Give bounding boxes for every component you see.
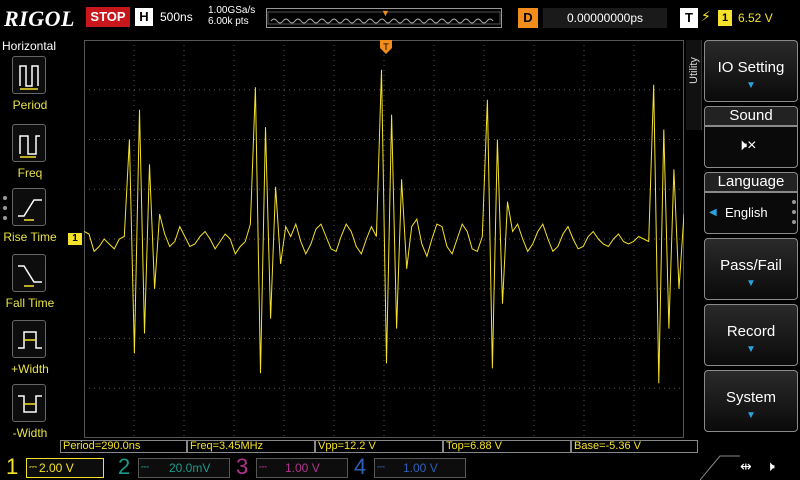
- language-control[interactable]: Language ◀ English: [704, 172, 798, 234]
- ch4-number[interactable]: 4: [354, 456, 366, 478]
- sample-rate: 1.00GSa/s: [208, 5, 256, 16]
- language-select[interactable]: ◀ English: [704, 192, 798, 234]
- horizontal-measure-panel: Horizontal Period Freq Rise Time Fall Ti…: [0, 36, 60, 440]
- measure-base[interactable]: Base=-5.36 V: [571, 440, 698, 453]
- acquisition-info: 1.00GSa/s 6.00k pts: [208, 5, 255, 27]
- ch1-waveform: [84, 69, 684, 384]
- delay-badge[interactable]: D: [518, 8, 538, 28]
- sound-control[interactable]: Sound 🕨×: [704, 106, 798, 168]
- memory-overview-bar: ▼: [266, 8, 502, 28]
- freq-icon: [12, 124, 46, 162]
- timebase-value[interactable]: 500ns: [160, 10, 193, 24]
- dc-coupling-icon: ⎓: [141, 462, 149, 473]
- page-dots: [3, 196, 9, 226]
- fall-time-icon: [12, 254, 46, 292]
- measure-top[interactable]: Top=6.88 V: [443, 440, 571, 453]
- memory-depth: 6.00k pts: [208, 16, 249, 27]
- freq-label: Freq: [17, 166, 43, 180]
- pos-width-icon: [12, 320, 46, 358]
- measure-vpp[interactable]: Vpp=12.2 V: [315, 440, 443, 453]
- panel-title: Horizontal: [2, 39, 57, 53]
- ch4-scale: 1.00 V: [403, 461, 438, 475]
- usb-icon: ⇹: [740, 458, 752, 474]
- measure-pos-width-button[interactable]: +Width: [0, 320, 60, 382]
- neg-width-icon: [12, 384, 46, 422]
- utility-tab-label: Utility: [688, 57, 700, 84]
- trigger-position-icon: ▼: [381, 8, 390, 18]
- neg-width-label: -Width: [12, 426, 48, 440]
- pos-width-label: +Width: [11, 362, 49, 376]
- io-setting-label: IO Setting: [717, 59, 785, 76]
- measure-period[interactable]: Period=290.0ns: [60, 440, 187, 453]
- measure-freq[interactable]: Freq=3.45MHz: [187, 440, 315, 453]
- delay-value[interactable]: 0.00000000ps: [543, 8, 667, 28]
- system-label: System: [725, 389, 776, 406]
- dc-coupling-icon: ⎓: [29, 462, 37, 473]
- period-icon: [12, 56, 46, 94]
- ch3-scale-box[interactable]: ⎓ 1.00 V: [256, 458, 348, 478]
- ch1-scale-box[interactable]: ⎓ 2.00 V: [26, 458, 104, 478]
- speaker-mute-icon: 🕨×: [737, 137, 757, 154]
- record-button[interactable]: Record ▼: [704, 304, 798, 366]
- rising-edge-icon: ⚡: [701, 8, 711, 24]
- horizontal-badge[interactable]: H: [135, 8, 153, 26]
- measure-fall-time-button[interactable]: Fall Time: [0, 254, 60, 316]
- io-setting-button[interactable]: IO Setting ▼: [704, 40, 798, 102]
- utility-menu: Utility IO Setting ▼ Sound 🕨× Language ◀…: [686, 36, 800, 438]
- ch2-number[interactable]: 2: [118, 456, 130, 478]
- ch1-offset-marker[interactable]: 1: [68, 233, 82, 245]
- utility-tab[interactable]: Utility: [686, 40, 702, 130]
- ch3-number[interactable]: 3: [236, 456, 248, 478]
- trigger-source[interactable]: 1: [718, 10, 732, 26]
- measure-freq-button[interactable]: Freq: [0, 124, 60, 186]
- trigger-badge[interactable]: T: [680, 8, 698, 28]
- sound-label: Sound: [704, 106, 798, 126]
- measure-period-button[interactable]: Period: [0, 56, 60, 118]
- channel-bar: 1 ⎓ 2.00 V 2 ⎓ 20.0mV 3 ⎓ 1.00 V 4 ⎓ 1.0…: [0, 454, 800, 480]
- rise-time-icon: [12, 188, 46, 226]
- system-button[interactable]: System ▼: [704, 370, 798, 432]
- brand-logo: RIGOL: [4, 6, 75, 31]
- run-stop-status[interactable]: STOP: [86, 7, 130, 27]
- top-status-bar: RIGOL STOP H 500ns 1.00GSa/s 6.00k pts ▼…: [0, 0, 800, 36]
- status-slant-divider: [700, 455, 740, 480]
- pass-fail-button[interactable]: Pass/Fail ▼: [704, 238, 798, 300]
- fall-time-label: Fall Time: [5, 296, 55, 310]
- language-label: Language: [704, 172, 798, 192]
- ch2-scale-box[interactable]: ⎓ 20.0mV: [138, 458, 230, 478]
- measure-rise-time-button[interactable]: Rise Time: [0, 188, 60, 250]
- submenu-arrow-icon: ▼: [746, 278, 756, 289]
- period-label: Period: [12, 98, 48, 112]
- measurement-bar: Period=290.0ns Freq=3.45MHz Vpp=12.2 V T…: [60, 440, 700, 453]
- sound-toggle[interactable]: 🕨×: [704, 126, 798, 168]
- page-dots: [792, 200, 798, 230]
- submenu-arrow-icon: ▼: [746, 344, 756, 355]
- dc-coupling-icon: ⎓: [377, 462, 385, 473]
- pass-fail-label: Pass/Fail: [720, 257, 782, 274]
- waveform-display[interactable]: T: [84, 40, 684, 438]
- submenu-arrow-icon: ▼: [746, 410, 756, 421]
- ch3-scale: 1.00 V: [285, 461, 320, 475]
- trigger-position-marker: T: [380, 40, 392, 54]
- svg-text:T: T: [383, 42, 389, 52]
- ch1-scale: 2.00 V: [39, 461, 74, 475]
- dc-coupling-icon: ⎓: [259, 462, 267, 473]
- measure-neg-width-button[interactable]: -Width: [0, 384, 60, 446]
- rise-time-label: Rise Time: [3, 230, 57, 244]
- ch2-scale: 20.0mV: [169, 461, 211, 475]
- submenu-arrow-icon: ▼: [746, 80, 756, 91]
- ch1-number[interactable]: 1: [6, 456, 18, 478]
- ch4-scale-box[interactable]: ⎓ 1.00 V: [374, 458, 466, 478]
- record-label: Record: [726, 323, 776, 340]
- trigger-level[interactable]: 6.52 V: [738, 11, 773, 25]
- waveform-canvas: T: [84, 40, 684, 438]
- language-value: English: [725, 205, 768, 220]
- select-left-arrow-icon: ◀: [709, 207, 717, 218]
- mute-icon[interactable]: 🕨: [766, 458, 775, 475]
